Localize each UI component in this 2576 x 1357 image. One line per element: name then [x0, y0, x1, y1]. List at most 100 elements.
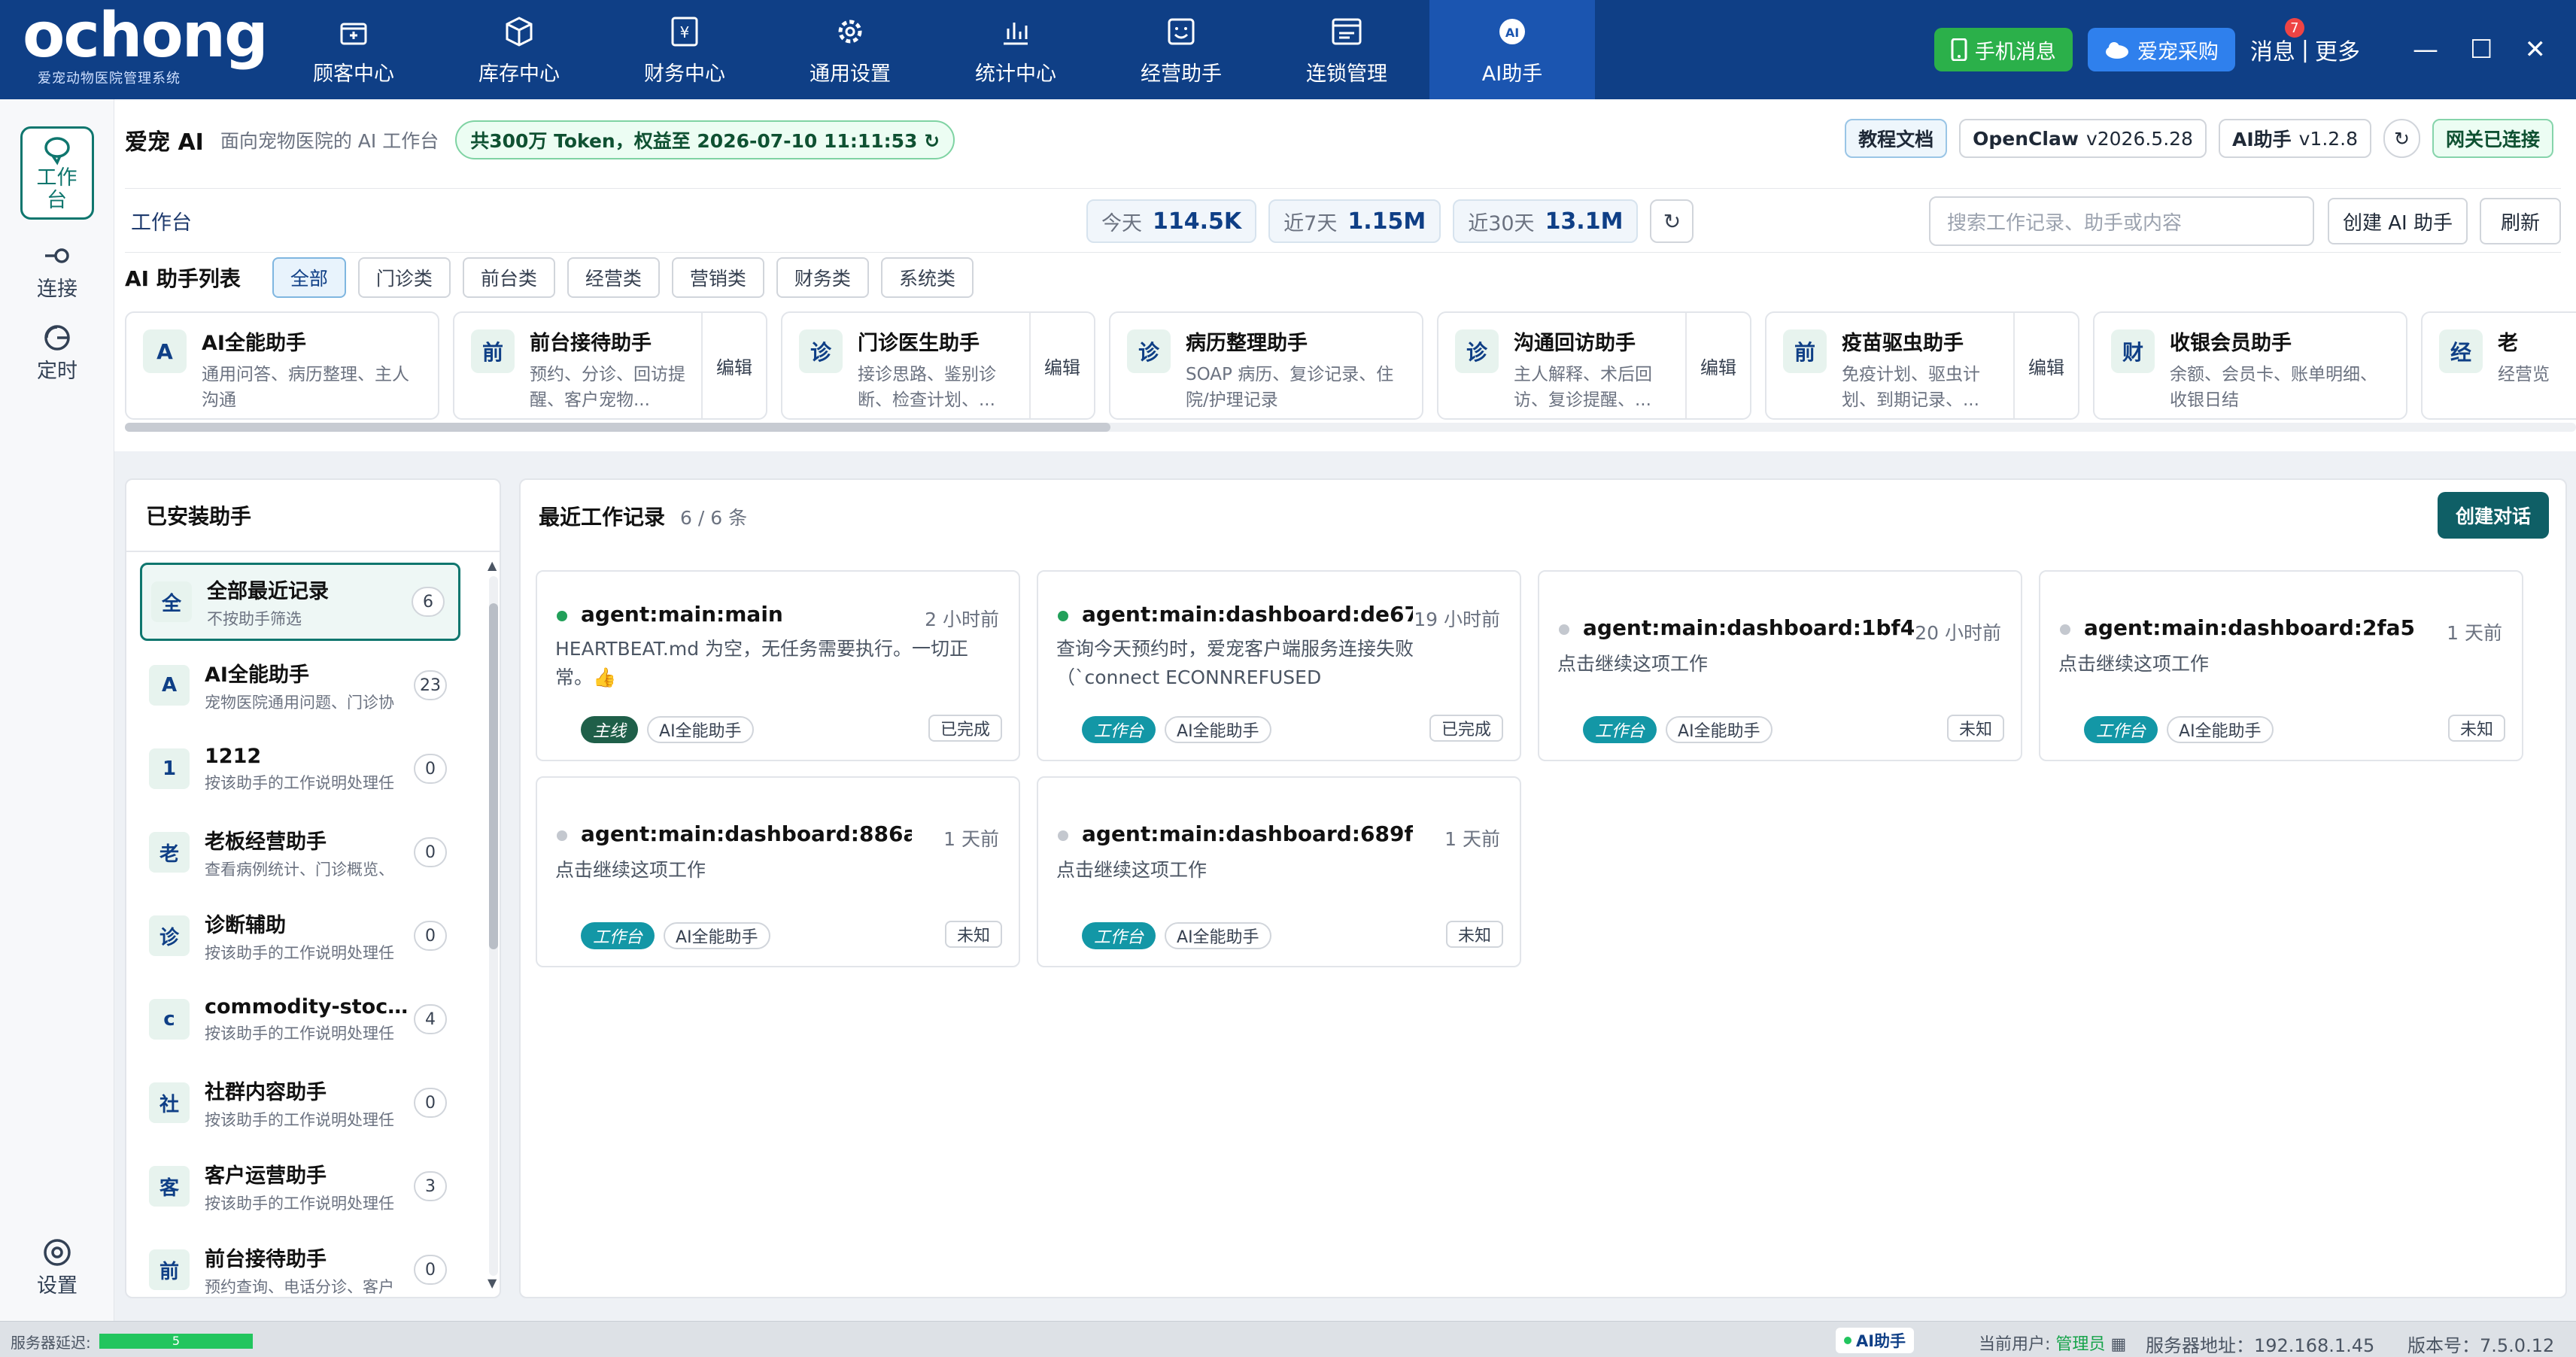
assistant-card-body[interactable]: A AI全能助手 通用问答、病历整理、主人沟通 [126, 313, 438, 418]
installed-item[interactable]: 1 1212 按该助手的工作说明处理任 0 [140, 730, 460, 808]
maximize-icon[interactable]: ☐ [2470, 35, 2492, 65]
edit-button[interactable]: 编辑 [1685, 313, 1750, 418]
assistant-card[interactable]: 诊病历整理助手 SOAP 病历、复诊记录、住院/护理记录 [1109, 311, 1423, 420]
assistant-avatar: 诊 [799, 329, 843, 373]
nav-item-0[interactable]: 顾客中心 [271, 0, 436, 99]
rail-item-connect[interactable]: 连接 [0, 239, 114, 302]
assistant-avatar: A [143, 329, 187, 373]
record-card[interactable]: agent:main:dashboard:2fa5b35... 1 天前点击继续这… [2039, 570, 2523, 761]
nav-item-7[interactable]: AI AI助手 [1429, 0, 1595, 99]
assistant-card-body[interactable]: 经老经营览 [2423, 313, 2576, 418]
record-desc: 查询今天预约时，爱宠客户端服务连接失败（`connect ECONNREFUSE… [1056, 638, 1414, 688]
nav-item-1[interactable]: 库存中心 [436, 0, 602, 99]
record-card[interactable]: agent:main:dashboard:886a9c6... 1 天前点击继续这… [536, 776, 1020, 967]
installed-count: 23 [414, 670, 447, 700]
assistant-filter-row: AI 助手列表 全部 门诊类 前台类 经营类 营销类 财务类 系统类 [125, 257, 974, 298]
assistant-card-body[interactable]: 诊门诊医生助手 接诊思路、鉴别诊断、检查计划、... [782, 313, 1029, 418]
search-input[interactable]: 搜索工作记录、助手或内容 [1929, 196, 2314, 246]
token-badge[interactable]: 共300万 Token，权益至 2026-07-10 11:11:53 ↻ [455, 120, 955, 159]
close-icon[interactable]: ✕ [2525, 35, 2547, 65]
installed-desc: 按该助手的工作说明处理任 [205, 773, 394, 792]
installed-item[interactable]: 全全部最近记录 不按助手筛选 6 [140, 563, 460, 641]
record-tags: 工作台 AI全能助手 [2084, 716, 2274, 743]
record-time: 1 天前 [943, 828, 999, 850]
vertical-scrollbar[interactable]: ▲ ▼ [486, 558, 500, 1295]
stats-refresh-icon[interactable]: ↻ [1650, 199, 1694, 243]
record-card[interactable]: agent:main:dashboard:689fd24... 1 天前点击继续这… [1037, 776, 1521, 967]
assistant-card-body[interactable]: 前疫苗驱虫助手 免疫计划、驱虫计划、到期记录、... [1766, 313, 2013, 418]
scroll-up-icon[interactable]: ▲ [488, 558, 497, 572]
nav-item-6[interactable]: 连锁管理 [1264, 0, 1429, 99]
app-logo: ochong 爱宠动物医院管理系统 [0, 0, 271, 99]
record-time: 1 天前 [1444, 828, 1500, 850]
installed-avatar: 诊 [149, 915, 190, 956]
record-card[interactable]: agent:main:main 2 小时前 HEARTBEAT.md 为空，无任务需… [536, 570, 1020, 761]
installed-item[interactable]: 前前台接待助手 预约查询、电话分诊、客户 0 [140, 1231, 460, 1297]
separator: | [2301, 36, 2310, 63]
version-refresh-icon[interactable]: ↻ [2383, 119, 2420, 158]
installed-count: 0 [414, 1255, 447, 1285]
filter-chip-6[interactable]: 系统类 [880, 257, 974, 298]
record-card[interactable]: agent:main:dashboard:de67... 19 小时前 查询今天预约… [1037, 570, 1521, 761]
assistant-card[interactable]: 经老经营览 [2421, 311, 2576, 420]
ai-name: AI助手 [2231, 129, 2292, 150]
record-card[interactable]: agent:main:dashboard:1bf4... 20 小时前 点击继续这项… [1538, 570, 2022, 761]
edit-button[interactable]: 编辑 [1029, 313, 1094, 418]
assistant-card[interactable]: 诊门诊医生助手 接诊思路、鉴别诊断、检查计划、... 编辑 [781, 311, 1095, 420]
minimize-icon[interactable]: — [2413, 35, 2438, 65]
assistant-card-body[interactable]: 诊病历整理助手 SOAP 病历、复诊记录、住院/护理记录 [1110, 313, 1422, 418]
filter-chip-5[interactable]: 财务类 [776, 257, 869, 298]
qr-icon[interactable]: ▦ [2110, 1335, 2126, 1354]
assistant-card[interactable]: A AI全能助手 通用问答、病历整理、主人沟通 [125, 311, 439, 420]
record-tag-assistant: AI全能助手 [2167, 716, 2274, 743]
assistant-card[interactable]: 前前台接待助手 预约、分诊、回访提醒、客户宠物... 编辑 [453, 311, 767, 420]
nav-item-label: AI助手 [1481, 62, 1543, 86]
create-dialog-button[interactable]: 创建对话 [2438, 492, 2549, 539]
edit-button[interactable]: 编辑 [701, 313, 766, 418]
rail-item-schedule[interactable]: 定时 [0, 321, 114, 384]
scrollbar-thumb[interactable] [125, 423, 1110, 432]
installed-item[interactable]: 诊诊断辅助 按该助手的工作说明处理任 0 [140, 897, 460, 975]
installed-item[interactable]: 客客户运营助手 按该助手的工作说明处理任 3 [140, 1147, 460, 1225]
create-assistant-button[interactable]: 创建 AI 助手 [2328, 198, 2468, 244]
record-status: 未知 [2447, 715, 2505, 742]
installed-item[interactable]: 社社群内容助手 按该助手的工作说明处理任 0 [140, 1064, 460, 1142]
mobile-message-button[interactable]: 手机消息 [1934, 28, 2073, 71]
horizontal-scrollbar[interactable] [125, 423, 2576, 432]
scroll-down-icon[interactable]: ▼ [488, 1276, 497, 1290]
docs-button[interactable]: 教程文档 [1845, 119, 1948, 158]
assistant-card[interactable]: 财收银会员助手 余额、会员卡、账单明细、收银日结 [2093, 311, 2407, 420]
installed-item[interactable]: 老老板经营助手 查看病例统计、门诊概览、 0 [140, 813, 460, 891]
assistant-card-body[interactable]: 诊沟通回访助手 主人解释、术后回访、复诊提醒、... [1438, 313, 1685, 418]
assistant-card-body[interactable]: 前前台接待助手 预约、分诊、回访提醒、客户宠物... [454, 313, 701, 418]
filter-chip-1[interactable]: 门诊类 [357, 257, 451, 298]
purchase-button[interactable]: 爱宠采购 [2087, 28, 2235, 71]
assistant-card[interactable]: 前疫苗驱虫助手 免疫计划、驱虫计划、到期记录、... 编辑 [1765, 311, 2079, 420]
installed-item[interactable]: c commodity-stock... 按该助手的工作说明处理任 4 [140, 980, 460, 1058]
record-desc: HEARTBEAT.md 为空，无任务需要执行。一切正常。👍 [555, 638, 969, 688]
scrollbar-thumb[interactable] [489, 603, 498, 949]
record-tag-assistant: AI全能助手 [1165, 716, 1271, 743]
rail-item-workbench[interactable]: 工作台 [20, 126, 94, 220]
token-refresh-icon[interactable]: ↻ [924, 130, 940, 152]
filter-chip-0[interactable]: 全部 [272, 257, 346, 298]
filter-chip-4[interactable]: 营销类 [671, 257, 764, 298]
more-link[interactable]: 更多 [2315, 33, 2360, 66]
filter-chip-2[interactable]: 前台类 [462, 257, 555, 298]
refresh-button[interactable]: 刷新 [2480, 198, 2561, 244]
status-dot [1559, 624, 1569, 635]
assistant-card[interactable]: 诊沟通回访助手 主人解释、术后回访、复诊提醒、... 编辑 [1437, 311, 1751, 420]
nav-item-5[interactable]: 经营助手 [1098, 0, 1264, 99]
record-tag-assistant: AI全能助手 [647, 716, 754, 743]
filter-chip-3[interactable]: 经营类 [567, 257, 660, 298]
installed-count: 0 [414, 837, 447, 867]
assistant-card-body[interactable]: 财收银会员助手 余额、会员卡、账单明细、收银日结 [2095, 313, 2406, 418]
nav-item-4[interactable]: 统计中心 [933, 0, 1098, 99]
ai-status-badge[interactable]: AI助手 [1836, 1328, 1914, 1353]
installed-item[interactable]: A AI全能助手 宠物医院通用问题、门诊协 23 [140, 646, 460, 724]
nav-item-3[interactable]: 通用设置 [767, 0, 933, 99]
rail-item-settings[interactable]: 设置 [0, 1236, 114, 1298]
messages-link[interactable]: 消息 7 | 更多 [2250, 18, 2360, 66]
edit-button[interactable]: 编辑 [2013, 313, 2078, 418]
nav-item-2[interactable]: ¥ 财务中心 [602, 0, 767, 99]
